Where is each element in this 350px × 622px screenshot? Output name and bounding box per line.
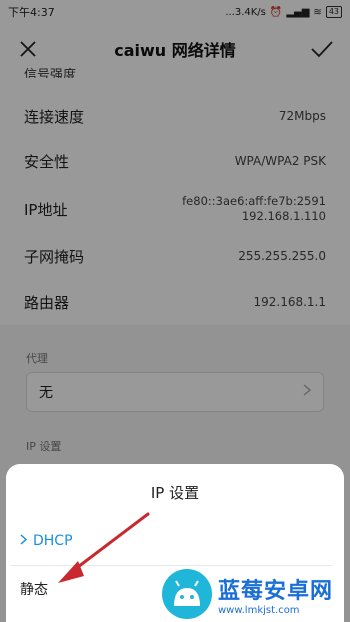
option-label: 静态 xyxy=(20,582,48,598)
watermark-title: 蓝莓安卓网 xyxy=(218,578,334,604)
chevron-right-icon xyxy=(20,533,28,549)
robot-logo-icon xyxy=(162,569,212,619)
option-dhcp[interactable]: DHCP xyxy=(6,518,344,564)
watermark-text: 蓝莓安卓网 www.lmkjst.com xyxy=(218,573,333,616)
watermark-url: www.lmkjst.com xyxy=(218,604,300,616)
option-label: DHCP xyxy=(33,533,73,549)
sheet-title: IP 设置 xyxy=(150,484,200,502)
watermark: 蓝莓安卓网 www.lmkjst.com xyxy=(162,566,350,622)
